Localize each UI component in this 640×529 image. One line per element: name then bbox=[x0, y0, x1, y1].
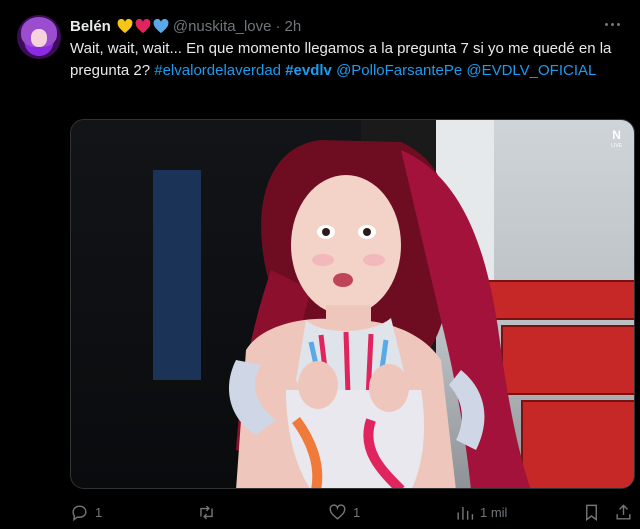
tweet-time[interactable]: 2h bbox=[284, 18, 301, 35]
reply-icon bbox=[72, 504, 87, 521]
reply-count: 1 bbox=[95, 504, 103, 520]
like-icon bbox=[329, 503, 346, 520]
author-name[interactable]: Belén bbox=[70, 18, 111, 35]
yellow-heart-icon bbox=[117, 18, 133, 33]
mention-link[interactable]: @EVDLV_OFICIAL bbox=[466, 62, 596, 79]
tweet-header: Belén @nuskita_love · 2h bbox=[70, 16, 301, 36]
mention-link[interactable]: @PolloFarsantePe bbox=[336, 62, 462, 79]
hashtag-link[interactable]: #evdlv bbox=[285, 62, 332, 79]
reply-button[interactable]: 1 bbox=[70, 502, 102, 522]
tweet-text: Wait, wait, wait... En que momento llega… bbox=[70, 38, 630, 82]
more-icon[interactable] bbox=[600, 14, 624, 34]
like-count: 1 bbox=[353, 504, 361, 520]
share-icon bbox=[616, 503, 631, 520]
separator-dot: · bbox=[275, 17, 281, 35]
tweet-actions: 1 1 1 mil bbox=[70, 500, 633, 524]
red-heart-icon bbox=[135, 18, 151, 33]
avatar-face bbox=[31, 29, 47, 47]
repost-button[interactable] bbox=[197, 502, 222, 522]
blue-heart-icon bbox=[153, 18, 169, 33]
avatar[interactable] bbox=[17, 15, 61, 59]
tweet-card[interactable]: Belén @nuskita_love · 2h Wait, wait, wai… bbox=[0, 0, 640, 529]
share-button[interactable] bbox=[614, 502, 633, 522]
repost-icon bbox=[200, 505, 213, 519]
bookmark-icon bbox=[586, 504, 597, 521]
bookmark-button[interactable] bbox=[582, 502, 601, 522]
name-emojis bbox=[117, 18, 169, 34]
author-handle[interactable]: @nuskita_love bbox=[173, 18, 272, 35]
views-icon bbox=[457, 506, 474, 520]
hashtag-link[interactable]: #elvalordelaverdad bbox=[154, 62, 281, 79]
photo-subject bbox=[228, 140, 531, 488]
like-button[interactable]: 1 bbox=[328, 502, 360, 522]
tweet-media-photo[interactable]: N LIVE bbox=[70, 119, 635, 489]
views-button[interactable]: 1 mil bbox=[455, 502, 507, 522]
views-count: 1 mil bbox=[480, 504, 508, 520]
